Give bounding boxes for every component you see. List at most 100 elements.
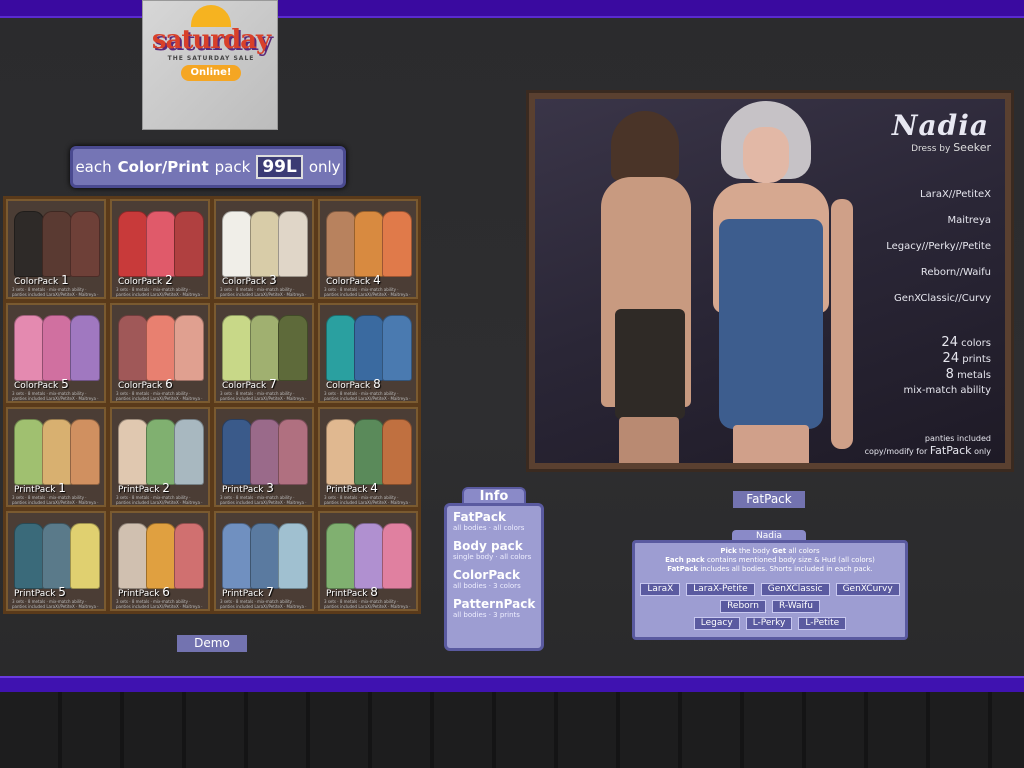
- tile-fine-print: 3 sets · 8 metals · mix-match ability · …: [116, 287, 203, 297]
- product-vendor-tile[interactable]: ColorPack 33 sets · 8 metals · mix-match…: [214, 199, 314, 299]
- body-list-item: GenXClassic//Curvy: [894, 293, 991, 304]
- tile-label: PrintPack 4: [326, 481, 378, 495]
- tile-fine-print: 3 sets · 8 metals · mix-match ability · …: [220, 495, 307, 505]
- stat-metals: 8 metals: [945, 367, 991, 382]
- dress-swatch: [118, 523, 148, 589]
- dress-swatch: [146, 315, 176, 381]
- product-vendor-tile[interactable]: PrintPack 53 sets · 8 metals · mix-match…: [6, 511, 106, 611]
- floor: [0, 692, 1024, 768]
- saturday-sale-poster[interactable]: saturday THE SATURDAY SALE Online!: [142, 0, 278, 130]
- body-list-item: Maitreya: [947, 215, 991, 226]
- price-middle: pack: [214, 158, 251, 176]
- dress-swatch: [70, 523, 100, 589]
- dress-swatch: [250, 523, 280, 589]
- product-vendor-tile[interactable]: PrintPack 73 sets · 8 metals · mix-match…: [214, 511, 314, 611]
- model-front-dress: [719, 219, 823, 429]
- tile-label: ColorPack 3: [222, 273, 277, 287]
- tile-fine-print: 3 sets · 8 metals · mix-match ability · …: [12, 287, 99, 297]
- poster-title: saturday: [151, 25, 271, 55]
- body-button-legacy[interactable]: Legacy: [693, 617, 740, 630]
- product-vendor-tile[interactable]: ColorPack 23 sets · 8 metals · mix-match…: [110, 199, 210, 299]
- tile-label: ColorPack 5: [14, 377, 69, 391]
- tile-label: ColorPack 8: [326, 377, 381, 391]
- dress-swatch: [222, 523, 252, 589]
- body-button-group: LaraX LaraX-Petite GenXClassic GenXCurvy…: [635, 583, 905, 634]
- dress-swatch: [70, 315, 100, 381]
- price-highlight: Color/Print: [117, 158, 209, 176]
- supported-bodies-list: LaraX//PetiteX Maitreya Legacy//Perky//P…: [886, 189, 991, 319]
- dress-swatch: [14, 523, 44, 589]
- poster-badge: Online!: [181, 65, 241, 81]
- byline-prefix: Dress by: [911, 144, 951, 154]
- tile-fine-print: 3 sets · 8 metals · mix-match ability · …: [12, 599, 99, 609]
- body-button-r-waifu[interactable]: R-Waifu: [771, 600, 820, 613]
- product-vendor-tile[interactable]: PrintPack 83 sets · 8 metals · mix-match…: [318, 511, 418, 611]
- product-vendor-tile[interactable]: PrintPack 33 sets · 8 metals · mix-match…: [214, 407, 314, 507]
- tile-label: PrintPack 7: [222, 585, 274, 599]
- product-vendor-tile[interactable]: ColorPack 83 sets · 8 metals · mix-match…: [318, 303, 418, 403]
- dress-swatch: [278, 419, 308, 485]
- body-button-genxclassic[interactable]: GenXClassic: [760, 583, 830, 596]
- info-item-colorpack: ColorPack all bodies · 3 colors: [453, 568, 521, 590]
- copy-note: copy/modify for FatPack only: [864, 444, 991, 457]
- tile-fine-print: 3 sets · 8 metals · mix-match ability · …: [116, 495, 203, 505]
- product-vendor-tile[interactable]: PrintPack 13 sets · 8 metals · mix-match…: [6, 407, 106, 507]
- body-button-reborn[interactable]: Reborn: [720, 600, 766, 613]
- dress-swatch: [382, 315, 412, 381]
- dress-swatch: [118, 419, 148, 485]
- body-button-l-petite[interactable]: L-Petite: [798, 617, 847, 630]
- body-button-larax-petite[interactable]: LaraX-Petite: [686, 583, 755, 596]
- demo-label[interactable]: Demo: [177, 635, 247, 652]
- tile-label: PrintPack 8: [326, 585, 378, 599]
- body-button-genxcurvy[interactable]: GenXCurvy: [835, 583, 900, 596]
- tile-label: ColorPack 1: [14, 273, 69, 287]
- dress-swatch: [326, 211, 356, 277]
- fatpack-label[interactable]: FatPack: [733, 491, 805, 508]
- dress-swatch: [250, 211, 280, 277]
- tile-fine-print: 3 sets · 8 metals · mix-match ability · …: [324, 495, 411, 505]
- tile-label: PrintPack 2: [118, 481, 170, 495]
- tile-label: ColorPack 4: [326, 273, 381, 287]
- model-back-dress: [615, 309, 685, 419]
- price-value: 99L: [256, 155, 303, 179]
- dress-swatch: [354, 315, 384, 381]
- product-vendor-tile[interactable]: PrintPack 43 sets · 8 metals · mix-match…: [318, 407, 418, 507]
- tile-fine-print: 3 sets · 8 metals · mix-match ability · …: [324, 391, 411, 401]
- product-vendor-tile[interactable]: ColorPack 63 sets · 8 metals · mix-match…: [110, 303, 210, 403]
- price-prefix: each: [75, 158, 112, 176]
- dress-swatch: [326, 315, 356, 381]
- tile-fine-print: 3 sets · 8 metals · mix-match ability · …: [220, 599, 307, 609]
- ad-byline: Dress by Seeker: [911, 141, 991, 154]
- model-front-arm: [831, 199, 853, 449]
- bottom-wall-stripe: [0, 676, 1024, 692]
- dress-swatch: [222, 211, 252, 277]
- panties-note: panties included: [924, 434, 991, 443]
- product-vendor-tile[interactable]: ColorPack 73 sets · 8 metals · mix-match…: [214, 303, 314, 403]
- product-vendor-tile[interactable]: ColorPack 43 sets · 8 metals · mix-match…: [318, 199, 418, 299]
- tile-label: PrintPack 1: [14, 481, 66, 495]
- dress-swatch: [250, 315, 280, 381]
- product-vendor-tile[interactable]: PrintPack 63 sets · 8 metals · mix-match…: [110, 511, 210, 611]
- dress-swatch: [174, 315, 204, 381]
- product-vendor-tile[interactable]: ColorPack 13 sets · 8 metals · mix-match…: [6, 199, 106, 299]
- body-button-l-perky[interactable]: L-Perky: [745, 617, 793, 630]
- dress-swatch: [42, 419, 72, 485]
- product-vendor-tile[interactable]: PrintPack 23 sets · 8 metals · mix-match…: [110, 407, 210, 507]
- body-list-item: LaraX//PetiteX: [920, 189, 991, 200]
- tile-fine-print: 3 sets · 8 metals · mix-match ability · …: [324, 599, 411, 609]
- product-vendor-tile[interactable]: ColorPack 53 sets · 8 metals · mix-match…: [6, 303, 106, 403]
- stat-mix-match: mix-match ability: [903, 385, 992, 396]
- tile-fine-print: 3 sets · 8 metals · mix-match ability · …: [116, 391, 203, 401]
- tile-fine-print: 3 sets · 8 metals · mix-match ability · …: [220, 391, 307, 401]
- dress-swatch: [354, 211, 384, 277]
- dress-swatch: [278, 211, 308, 277]
- body-button-larax[interactable]: LaraX: [640, 583, 681, 596]
- tile-label: PrintPack 3: [222, 481, 274, 495]
- body-list-item: Reborn//Waifu: [920, 267, 991, 278]
- dress-swatch: [174, 523, 204, 589]
- tile-label: ColorPack 2: [118, 273, 173, 287]
- dress-swatch: [146, 419, 176, 485]
- price-banner: each Color/Print pack 99L only: [70, 146, 346, 188]
- fatpack-ad-frame[interactable]: Nadia Dress by Seeker LaraX//PetiteX Mai…: [526, 90, 1014, 472]
- dress-swatch: [382, 523, 412, 589]
